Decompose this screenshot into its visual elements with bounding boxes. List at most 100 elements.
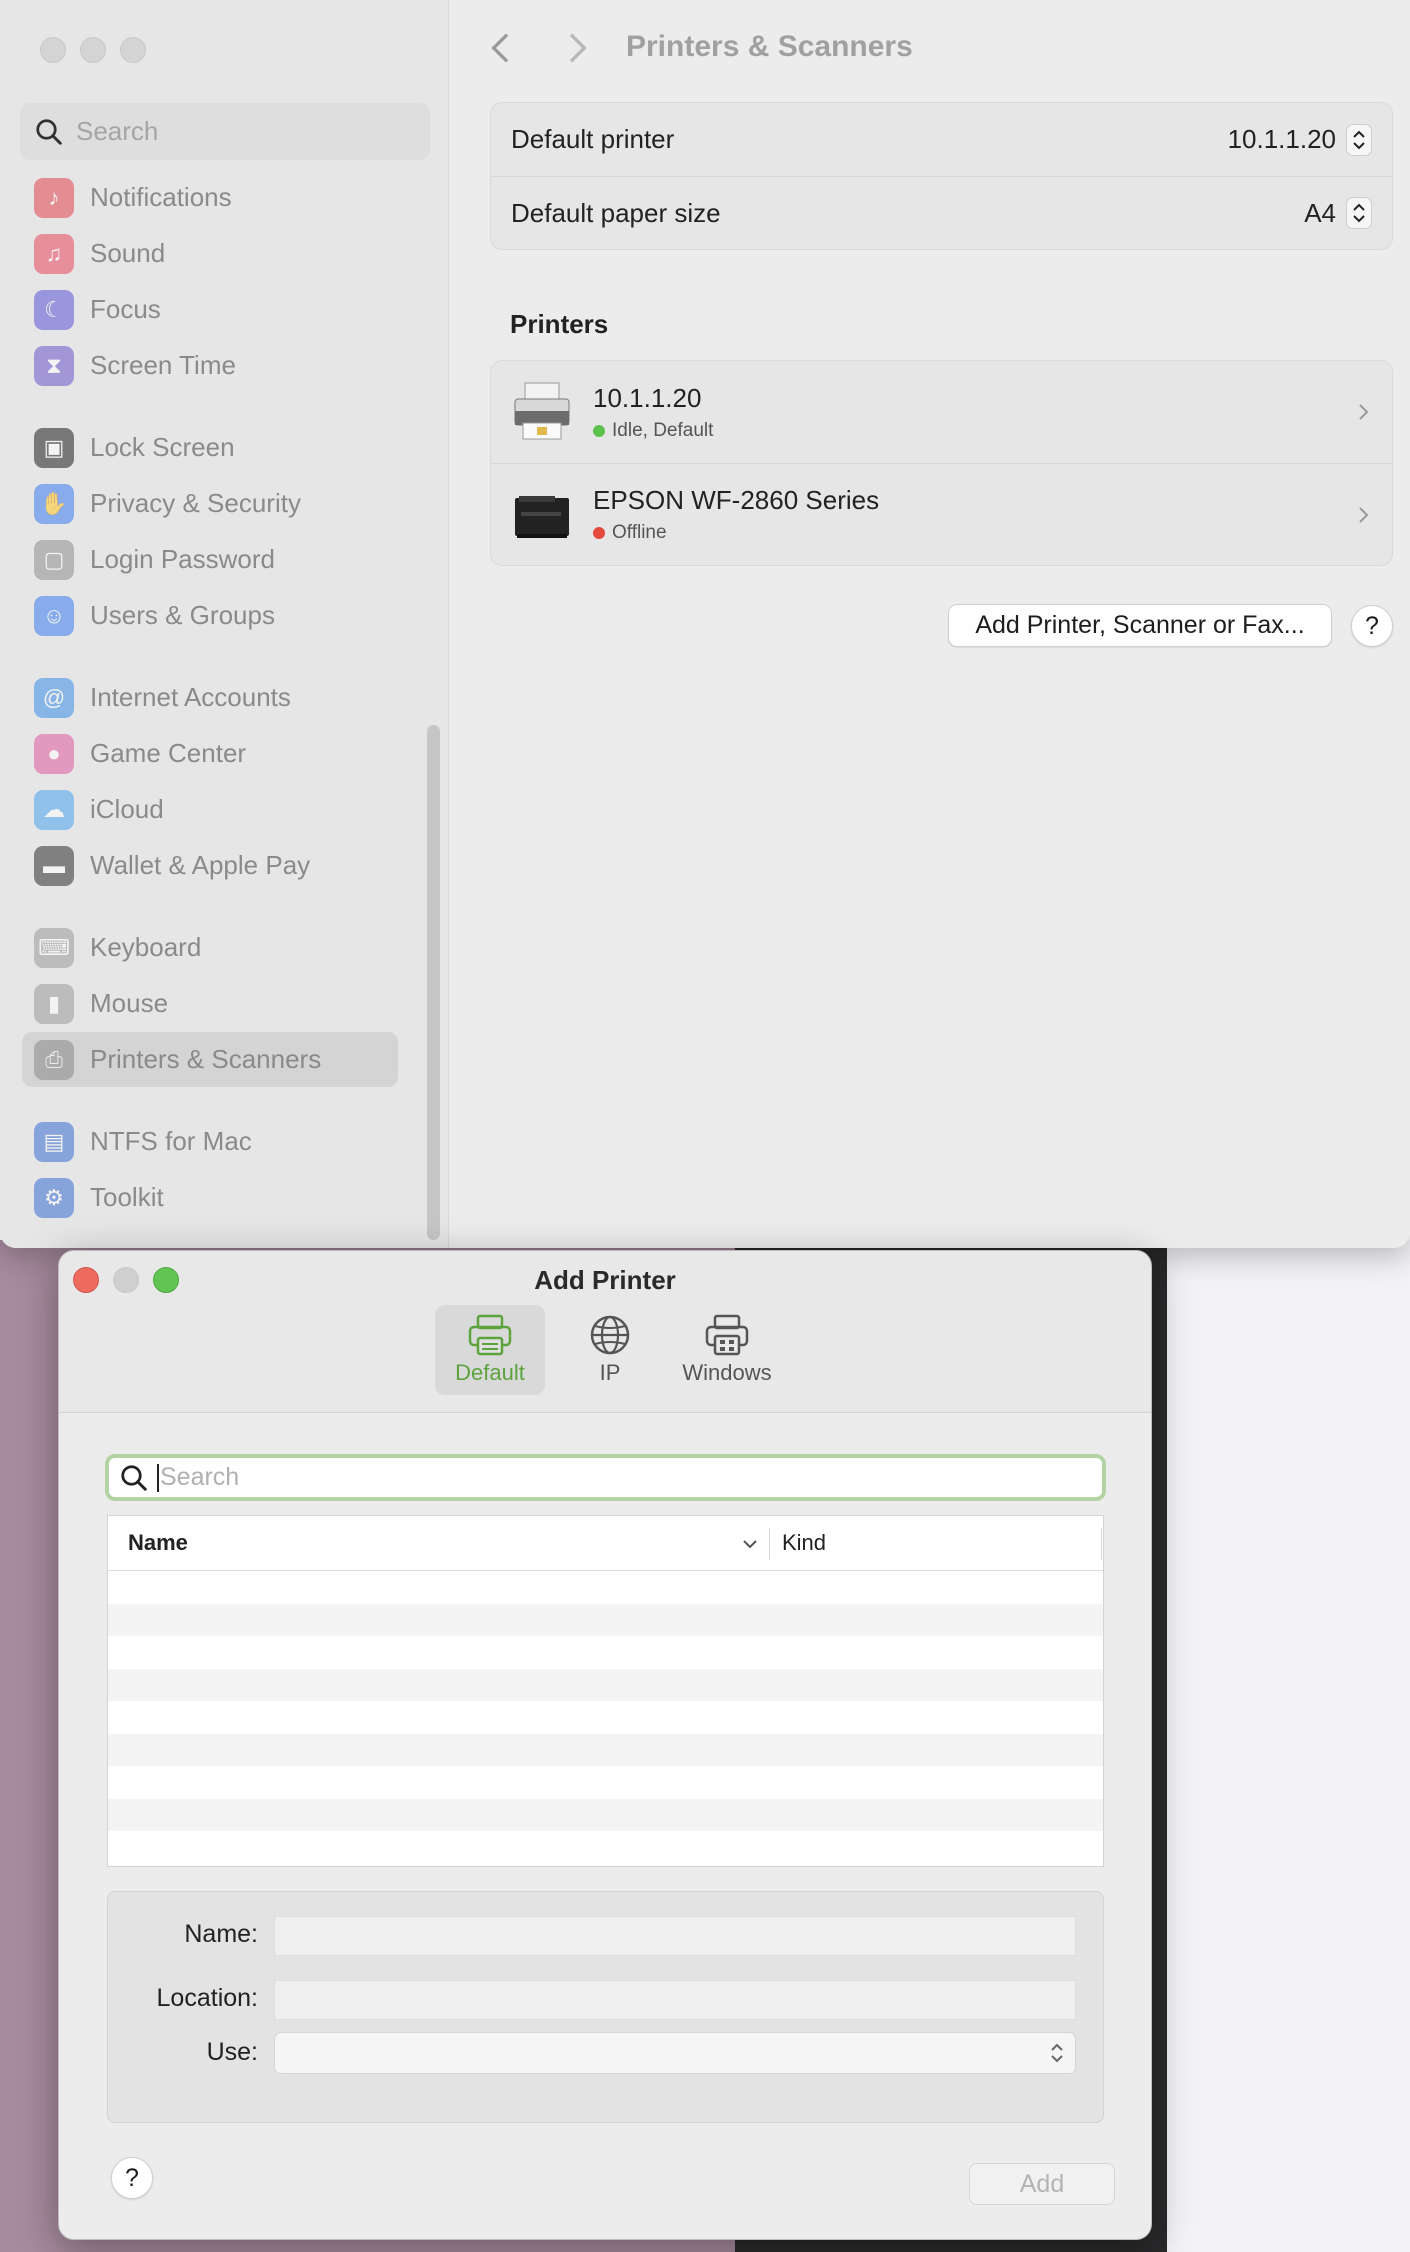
column-divider[interactable] xyxy=(1101,1528,1102,1560)
use-label: Use: xyxy=(206,2038,258,2066)
cloud-icon: ☁ xyxy=(34,789,74,830)
search-placeholder: Search xyxy=(160,1463,240,1491)
system-settings-window: Search ♪ Notifications ♫ Sound ☾ Focus ⧗ Screen… xyxy=(0,0,1410,1248)
moon-icon: ☾ xyxy=(34,289,74,330)
sidebar-search-input[interactable]: Search xyxy=(20,103,430,160)
help-button[interactable]: ? xyxy=(111,2157,153,2199)
search-icon xyxy=(121,1464,147,1491)
hourglass-icon: ⧗ xyxy=(34,345,74,386)
add-printer-window: Add Printer Default IP Windows Search Na… xyxy=(58,1250,1152,2240)
sidebar-item-login-password[interactable]: ▢ Login Password xyxy=(22,532,398,587)
globe-icon xyxy=(590,1315,630,1355)
help-button[interactable]: ? xyxy=(1351,605,1393,647)
default-printer-row[interactable]: Default printer 10.1.1.20 xyxy=(491,103,1392,176)
sidebar-item-toolkit[interactable]: ⚙ Toolkit xyxy=(22,1170,398,1225)
speaker-icon: ♫ xyxy=(34,233,74,274)
sidebar-item-keyboard[interactable]: ⌨ Keyboard xyxy=(22,920,398,975)
tab-windows[interactable]: Windows xyxy=(667,1305,787,1395)
printer-thumbnail-icon xyxy=(509,379,575,445)
sidebar-item-sound[interactable]: ♫ Sound xyxy=(22,226,398,281)
sidebar-item-label: Users & Groups xyxy=(90,600,275,630)
zoom-button[interactable] xyxy=(120,37,146,63)
bell-icon: ♪ xyxy=(34,177,74,218)
column-divider[interactable] xyxy=(769,1528,770,1560)
sidebar: Search ♪ Notifications ♫ Sound ☾ Focus ⧗ Screen… xyxy=(0,0,449,1248)
sidebar-item-game-center[interactable]: ● Game Center xyxy=(22,726,398,781)
at-icon: @ xyxy=(34,677,74,718)
table-row[interactable] xyxy=(108,1668,1103,1701)
sidebar-item-label: NTFS for Mac xyxy=(90,1126,252,1156)
add-printer-scanner-button[interactable]: Add Printer, Scanner or Fax... xyxy=(948,604,1332,647)
forward-arrow-icon[interactable] xyxy=(556,28,596,68)
printer-icon xyxy=(468,1314,512,1356)
printer-name: EPSON WF-2860 Series xyxy=(593,485,880,515)
printer-status: Idle, Default xyxy=(612,419,714,441)
tab-default[interactable]: Default xyxy=(435,1305,545,1395)
sidebar-item-icloud[interactable]: ☁ iCloud xyxy=(22,782,398,837)
location-field[interactable] xyxy=(274,1980,1076,2020)
up-down-chevron-icon xyxy=(1346,123,1372,156)
back-arrow-icon[interactable] xyxy=(482,28,522,68)
sidebar-item-lock-screen[interactable]: ▣ Lock Screen xyxy=(22,420,398,475)
default-paper-row[interactable]: Default paper size A4 xyxy=(491,176,1392,249)
sidebar-item-internet-accounts[interactable]: @ Internet Accounts xyxy=(22,670,398,725)
game-center-icon: ● xyxy=(34,733,74,774)
up-down-chevron-icon xyxy=(1346,197,1372,229)
sidebar-item-users-groups[interactable]: ☺ Users & Groups xyxy=(22,588,398,643)
sidebar-item-wallet-apple-pay[interactable]: ▬ Wallet & Apple Pay xyxy=(22,838,398,893)
table-row[interactable] xyxy=(108,1831,1103,1864)
sidebar-item-screen-time[interactable]: ⧗ Screen Time xyxy=(22,338,398,393)
sidebar-item-printers-scanners[interactable]: ⎙ Printers & Scanners xyxy=(22,1032,398,1087)
wallet-icon: ▬ xyxy=(34,845,74,886)
printers-heading: Printers xyxy=(510,309,609,339)
table-body xyxy=(108,1571,1103,1864)
printers-list: 10.1.1.20 Idle, Default EPSON WF-2860 Se… xyxy=(490,360,1393,566)
page-title: Printers & Scanners xyxy=(626,30,913,63)
sidebar-item-focus[interactable]: ☾ Focus xyxy=(22,282,398,337)
chevron-right-icon xyxy=(1359,404,1369,420)
use-select[interactable] xyxy=(274,2032,1076,2074)
printer-status: Offline xyxy=(612,522,667,543)
add-button[interactable]: Add xyxy=(969,2163,1115,2205)
table-row[interactable] xyxy=(108,1798,1103,1831)
sidebar-item-label: Login Password xyxy=(90,544,275,574)
tab-label: IP xyxy=(599,1360,621,1385)
printer-search-input[interactable]: Search xyxy=(105,1454,1106,1501)
table-row[interactable] xyxy=(108,1701,1103,1734)
sidebar-item-notifications[interactable]: ♪ Notifications xyxy=(22,170,398,225)
sidebar-item-label: iCloud xyxy=(90,794,164,824)
table-row[interactable] xyxy=(108,1733,1103,1766)
printer-icon: ⎙ xyxy=(34,1039,74,1080)
chevron-right-icon xyxy=(1359,507,1369,523)
lock-icon: ▣ xyxy=(34,427,74,468)
sidebar-item-ntfs-for-mac[interactable]: ▤ NTFS for Mac xyxy=(22,1114,398,1169)
printer-name: 10.1.1.20 xyxy=(593,382,702,413)
status-dot-icon xyxy=(593,424,605,437)
sidebar-scrollbar[interactable] xyxy=(427,725,440,1240)
table-row[interactable] xyxy=(108,1571,1103,1604)
table-row[interactable] xyxy=(108,1603,1103,1636)
table-row[interactable] xyxy=(108,1766,1103,1799)
sidebar-item-mouse[interactable]: ▮ Mouse xyxy=(22,976,398,1031)
tab-label: Default xyxy=(455,1360,525,1385)
toolkit-icon: ⚙ xyxy=(34,1177,74,1218)
sidebar-item-label: Wallet & Apple Pay xyxy=(90,850,311,880)
default-paper-select[interactable]: A4 xyxy=(1304,197,1372,229)
table-row[interactable] xyxy=(108,1636,1103,1669)
table-header: Name Kind xyxy=(108,1516,1103,1571)
chevron-down-icon[interactable] xyxy=(740,1534,760,1554)
printer-row[interactable]: 10.1.1.20 Idle, Default xyxy=(491,361,1392,463)
default-printer-value: 10.1.1.20 xyxy=(1227,124,1336,154)
close-button[interactable] xyxy=(40,37,66,63)
printer-row[interactable]: EPSON WF-2860 Series Offline xyxy=(491,463,1392,565)
sidebar-item-label: Mouse xyxy=(90,988,169,1018)
sidebar-item-privacy-security[interactable]: ✋ Privacy & Security xyxy=(22,476,398,531)
column-header-name[interactable]: Name xyxy=(128,1530,188,1556)
default-printer-select[interactable]: 10.1.1.20 xyxy=(1227,123,1372,156)
minimize-button[interactable] xyxy=(80,37,106,63)
column-header-kind[interactable]: Kind xyxy=(782,1530,826,1556)
name-field[interactable] xyxy=(274,1916,1076,1956)
tab-ip[interactable]: IP xyxy=(565,1305,655,1395)
sidebar-item-label: Screen Time xyxy=(90,350,236,380)
location-label: Location: xyxy=(156,1984,258,2012)
